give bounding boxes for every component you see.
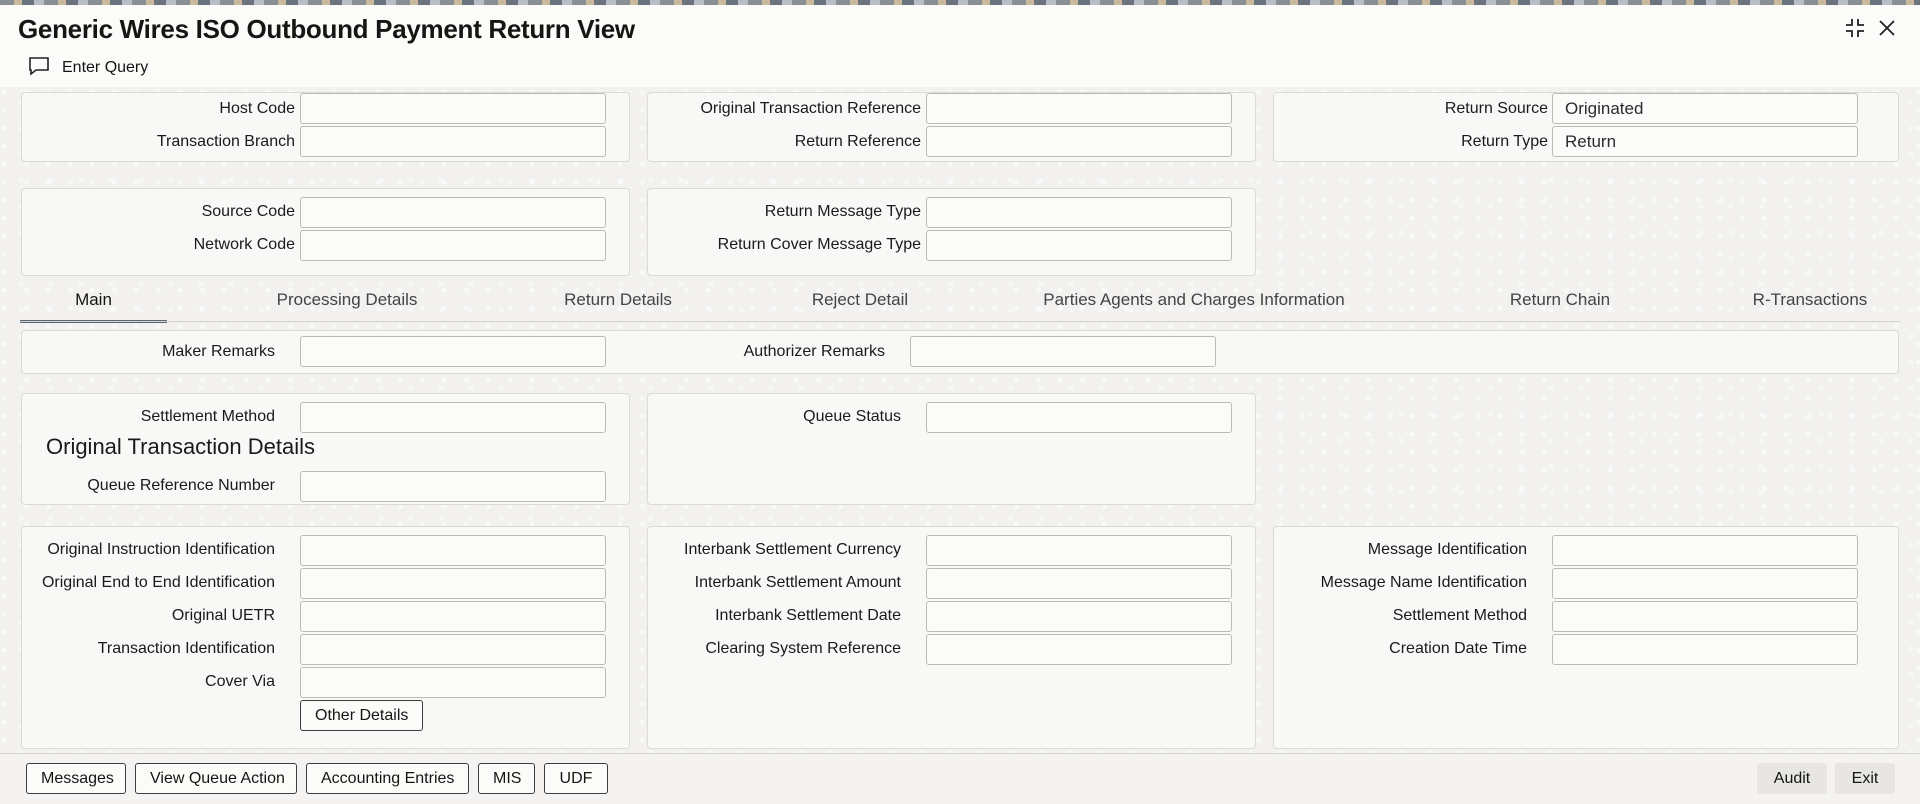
- original-identification-panel: Original Instruction Identification Orig…: [21, 526, 630, 749]
- tab-main[interactable]: Main: [20, 287, 167, 323]
- settlement-method-label: Settlement Method: [140, 408, 275, 425]
- original-transaction-reference-label: Original Transaction Reference: [700, 100, 921, 117]
- original-transaction-details-title: Original Transaction Details: [46, 434, 316, 459]
- return-message-type-input[interactable]: [926, 197, 1232, 228]
- settlement-method-input[interactable]: [300, 402, 606, 433]
- original-instruction-id-input[interactable]: [300, 535, 606, 566]
- footer-bar: Messages View Queue Action Accounting En…: [0, 753, 1920, 804]
- view-queue-action-button[interactable]: View Queue Action: [135, 763, 297, 794]
- queue-reference-number-input[interactable]: [300, 471, 606, 502]
- content-area: Host Code Transaction Branch Original Tr…: [0, 87, 1920, 753]
- host-code-label: Host Code: [219, 100, 295, 117]
- original-transaction-reference-input[interactable]: [926, 93, 1232, 124]
- remarks-panel: Maker Remarks Authorizer Remarks: [21, 330, 1899, 374]
- queue-status-label: Queue Status: [803, 408, 901, 425]
- return-cover-message-type-label: Return Cover Message Type: [717, 236, 921, 253]
- message-settlement-method-input[interactable]: [1552, 601, 1858, 632]
- transaction-branch-label: Transaction Branch: [156, 133, 295, 150]
- transaction-branch-input[interactable]: [300, 126, 606, 157]
- tab-processing-details[interactable]: Processing Details: [242, 287, 452, 323]
- settlement-panel: Settlement Method Original Transaction D…: [21, 393, 630, 505]
- message-id-input[interactable]: [1552, 535, 1858, 566]
- source-code-input[interactable]: [300, 197, 606, 228]
- tab-reject-detail[interactable]: Reject Detail: [770, 287, 950, 323]
- interbank-settlement-currency-label: Interbank Settlement Currency: [684, 541, 901, 558]
- tab-divider: [20, 321, 1900, 322]
- return-cover-message-type-input[interactable]: [926, 230, 1232, 261]
- header-panel-return: Return Source Originated Return Type Ret…: [1273, 92, 1899, 162]
- mis-button[interactable]: MIS: [478, 763, 535, 794]
- return-type-input[interactable]: Return: [1552, 126, 1858, 157]
- tab-return-details[interactable]: Return Details: [519, 287, 717, 323]
- header-panel-reference: Original Transaction Reference Return Re…: [647, 92, 1256, 162]
- network-code-label: Network Code: [193, 236, 295, 253]
- exit-button[interactable]: Exit: [1835, 763, 1895, 794]
- transaction-id-label: Transaction Identification: [97, 640, 275, 657]
- interbank-settlement-currency-input[interactable]: [926, 535, 1232, 566]
- maker-remarks-input[interactable]: [300, 336, 606, 367]
- cover-via-input[interactable]: [300, 667, 606, 698]
- toolbar: Enter Query: [0, 49, 1920, 87]
- tab-r-transactions[interactable]: R-Transactions: [1720, 287, 1900, 323]
- speech-bubble-icon: [28, 56, 50, 81]
- original-end-to-end-id-input[interactable]: [300, 568, 606, 599]
- enter-query-button[interactable]: Enter Query: [28, 55, 148, 81]
- page-title: Generic Wires ISO Outbound Payment Retur…: [18, 14, 635, 44]
- header-panel-codes: Source Code Network Code: [21, 188, 630, 276]
- messages-button[interactable]: Messages: [26, 763, 126, 794]
- original-end-to-end-id-label: Original End to End Identification: [41, 574, 275, 591]
- original-uetr-label: Original UETR: [171, 607, 275, 624]
- title-bar: Generic Wires ISO Outbound Payment Retur…: [0, 5, 1920, 49]
- message-id-label: Message Identification: [1367, 541, 1527, 558]
- audit-button[interactable]: Audit: [1757, 763, 1827, 794]
- creation-date-time-label: Creation Date Time: [1389, 640, 1527, 657]
- queue-status-panel: Queue Status: [647, 393, 1256, 505]
- clearing-system-reference-label: Clearing System Reference: [705, 640, 901, 657]
- udf-button[interactable]: UDF: [544, 763, 608, 794]
- close-icon[interactable]: [1874, 15, 1900, 41]
- creation-date-time-input[interactable]: [1552, 634, 1858, 665]
- accounting-entries-button[interactable]: Accounting Entries: [306, 763, 469, 794]
- header-panel-message-types: Return Message Type Return Cover Message…: [647, 188, 1256, 276]
- expand-icon[interactable]: [1842, 15, 1868, 41]
- message-settlement-method-label: Settlement Method: [1392, 607, 1527, 624]
- cover-via-label: Cover Via: [205, 673, 275, 690]
- tab-bar: Main Processing Details Return Details R…: [20, 287, 1900, 323]
- interbank-settlement-amount-input[interactable]: [926, 568, 1232, 599]
- interbank-settlement-date-input[interactable]: [926, 601, 1232, 632]
- return-reference-label: Return Reference: [794, 133, 921, 150]
- original-instruction-id-label: Original Instruction Identification: [47, 541, 275, 558]
- interbank-settlement-amount-label: Interbank Settlement Amount: [694, 574, 901, 591]
- maker-remarks-label: Maker Remarks: [162, 343, 275, 360]
- queue-status-input[interactable]: [926, 402, 1232, 433]
- return-type-label: Return Type: [1461, 133, 1548, 150]
- other-details-button[interactable]: Other Details: [300, 700, 424, 731]
- message-name-id-input[interactable]: [1552, 568, 1858, 599]
- host-code-input[interactable]: [300, 93, 606, 124]
- enter-query-label: Enter Query: [62, 59, 149, 76]
- message-name-id-label: Message Name Identification: [1320, 574, 1527, 591]
- message-identification-panel: Message Identification Message Name Iden…: [1273, 526, 1899, 749]
- original-uetr-input[interactable]: [300, 601, 606, 632]
- interbank-settlement-panel: Interbank Settlement Currency Interbank …: [647, 526, 1256, 749]
- clearing-system-reference-input[interactable]: [926, 634, 1232, 665]
- interbank-settlement-date-label: Interbank Settlement Date: [715, 607, 901, 624]
- source-code-label: Source Code: [201, 203, 295, 220]
- return-reference-input[interactable]: [926, 126, 1232, 157]
- tab-parties-agents-charges[interactable]: Parties Agents and Charges Information: [1024, 287, 1364, 323]
- return-message-type-label: Return Message Type: [764, 203, 921, 220]
- return-source-label: Return Source: [1444, 100, 1548, 117]
- queue-reference-number-label: Queue Reference Number: [87, 477, 275, 494]
- network-code-input[interactable]: [300, 230, 606, 261]
- tab-return-chain[interactable]: Return Chain: [1470, 287, 1650, 323]
- authorizer-remarks-label: Authorizer Remarks: [743, 343, 885, 360]
- transaction-id-input[interactable]: [300, 634, 606, 665]
- return-source-input[interactable]: Originated: [1552, 93, 1858, 124]
- authorizer-remarks-input[interactable]: [910, 336, 1216, 367]
- header-panel-host: Host Code Transaction Branch: [21, 92, 630, 162]
